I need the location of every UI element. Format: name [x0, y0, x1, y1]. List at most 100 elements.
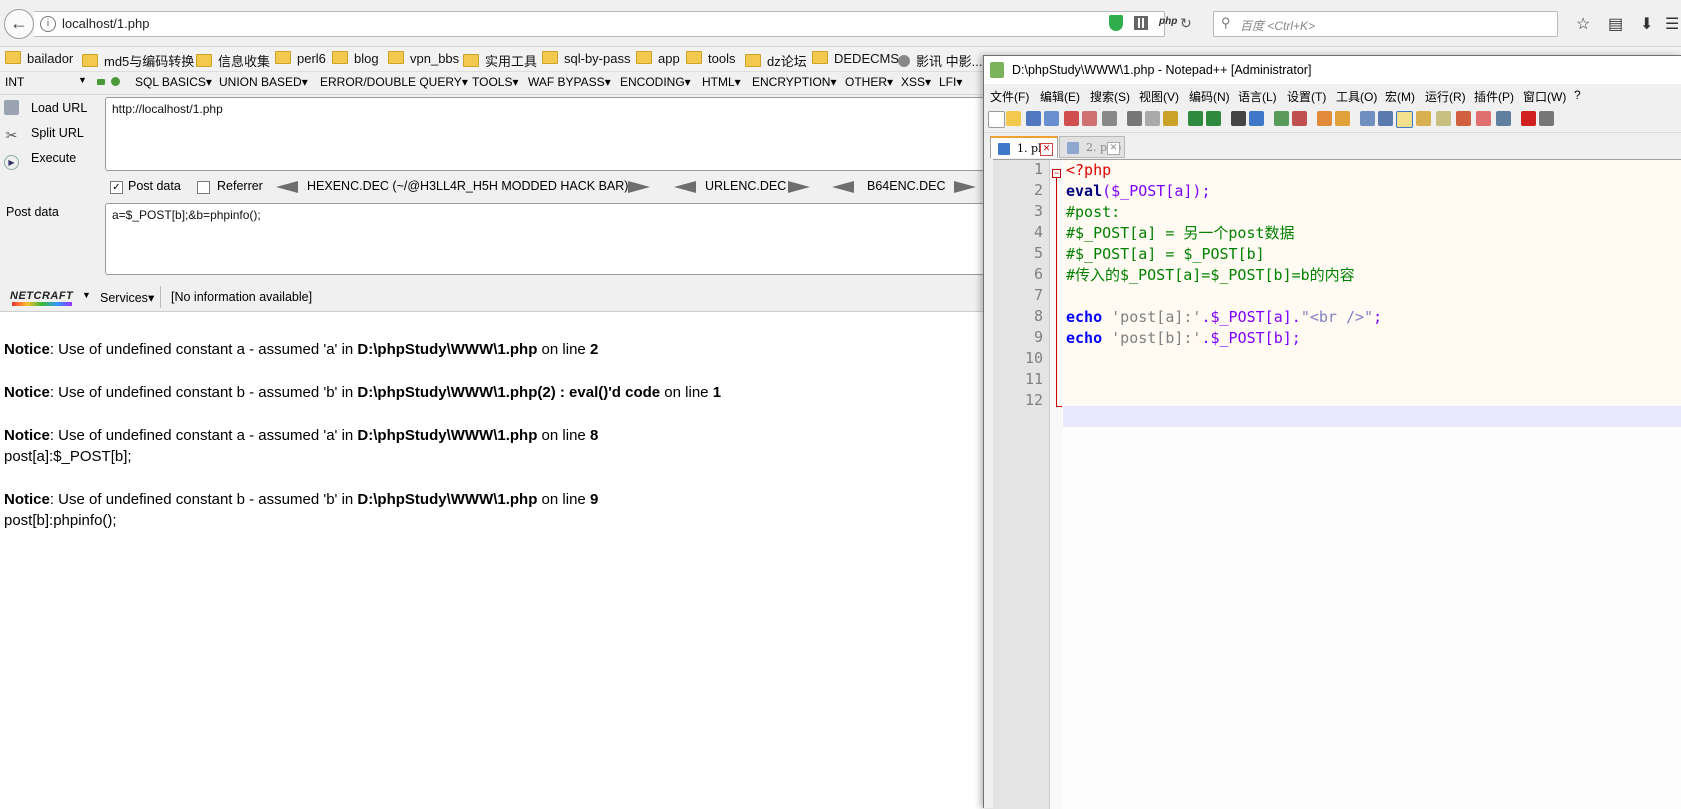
bookmark-folder[interactable]: tools — [686, 51, 735, 66]
menu-view[interactable]: 视图(V) — [1139, 88, 1179, 105]
decrement-icon[interactable] — [97, 79, 105, 85]
chevron-down-icon[interactable]: ▼ — [78, 75, 87, 85]
print-icon[interactable] — [1102, 111, 1117, 126]
bookmark-folder[interactable]: md5与编码转换 — [82, 51, 194, 70]
menu-macro[interactable]: 宏(M) — [1385, 88, 1415, 105]
services-menu[interactable]: Services▾ — [100, 290, 154, 305]
menu-encoding[interactable]: ENCODING▾ — [620, 75, 691, 89]
menu-tools[interactable]: 工具(O) — [1336, 88, 1377, 105]
bookmark-folder[interactable]: vpn_bbs — [388, 51, 459, 66]
folder-as-workspace-icon[interactable] — [1476, 111, 1491, 126]
type-select[interactable]: INT — [5, 75, 24, 89]
shield-icon[interactable] — [1109, 15, 1123, 31]
qr-code-icon[interactable] — [1134, 16, 1148, 30]
reading-list-icon[interactable]: ▤ — [1608, 14, 1623, 34]
menu-waf-bypass[interactable]: WAF BYPASS▾ — [528, 75, 611, 89]
bookmark-folder[interactable]: 实用工具 — [463, 51, 537, 70]
redo-icon[interactable] — [1206, 111, 1221, 126]
save-icon[interactable] — [1026, 111, 1041, 126]
post-data-checkbox[interactable]: ✓ — [110, 181, 123, 194]
menu-search[interactable]: 搜索(S) — [1090, 88, 1130, 105]
bookmark-folder[interactable]: sql-by-pass — [542, 51, 630, 66]
replace-icon[interactable] — [1249, 111, 1264, 126]
bookmark-folder[interactable]: dz论坛 — [745, 51, 807, 70]
copy-icon[interactable] — [1145, 111, 1160, 126]
undo-icon[interactable] — [1188, 111, 1203, 126]
menu-window[interactable]: 窗口(W) — [1523, 88, 1566, 105]
search-box[interactable]: ⚲ 百度 <Ctrl+K> — [1213, 11, 1558, 37]
menu-sql-basics[interactable]: SQL BASICS▾ — [135, 75, 212, 89]
referrer-checkbox[interactable] — [197, 181, 210, 194]
bookmark-folder[interactable]: app — [636, 51, 680, 66]
b64enc-encode-arrow-icon[interactable] — [832, 181, 854, 193]
bookmark-folder[interactable]: 信息收集 — [196, 51, 270, 70]
code-editor[interactable]: 1 2 3 4 5 6 7 8 9 10 11 12 − <?php eval(… — [993, 159, 1681, 809]
menu-plugins[interactable]: 插件(P) — [1474, 88, 1514, 105]
fold-toggle-icon[interactable]: − — [1052, 169, 1061, 178]
close-all-icon[interactable] — [1082, 111, 1097, 126]
netcraft-logo[interactable]: NETCRAFT — [10, 290, 73, 302]
menu-union-based[interactable]: UNION BASED▾ — [219, 75, 308, 89]
zoom-out-icon[interactable] — [1292, 111, 1307, 126]
bookmark-folder[interactable]: blog — [332, 51, 379, 66]
bookmark-star-icon[interactable]: ☆ — [1576, 14, 1590, 34]
udl-icon[interactable] — [1416, 111, 1431, 126]
function-list-icon[interactable] — [1456, 111, 1471, 126]
word-wrap-icon[interactable] — [1360, 111, 1375, 126]
paste-icon[interactable] — [1163, 111, 1178, 126]
execute-button[interactable]: ▶ Execute — [4, 151, 76, 170]
url-text[interactable]: localhost/1.php — [62, 16, 149, 31]
monitoring-icon[interactable] — [1496, 111, 1511, 126]
menu-settings[interactable]: 设置(T) — [1287, 88, 1326, 105]
load-url-button[interactable]: Load URL — [4, 100, 87, 115]
hexenc-encode-arrow-icon[interactable] — [276, 181, 298, 193]
menu-tools[interactable]: TOOLS▾ — [472, 75, 519, 89]
menu-icon[interactable]: ☰ — [1665, 14, 1679, 34]
info-icon[interactable]: i — [40, 16, 56, 32]
address-bar[interactable]: i localhost/1.php php — [34, 11, 1177, 37]
cut-icon[interactable] — [1127, 111, 1142, 126]
bookmark-folder[interactable]: perl6 — [275, 51, 326, 66]
menu-lfi[interactable]: LFI▾ — [939, 75, 962, 89]
stop-macro-icon[interactable] — [1539, 111, 1554, 126]
menu-other[interactable]: OTHER▾ — [845, 75, 893, 89]
menu-edit[interactable]: 编辑(E) — [1040, 88, 1080, 105]
bookmark-folder[interactable]: DEDECMS — [812, 51, 899, 66]
show-all-chars-icon[interactable] — [1378, 111, 1393, 126]
url-input[interactable]: http://localhost/1.php — [105, 97, 985, 171]
menu-file[interactable]: 文件(F) — [990, 88, 1029, 105]
menu-help[interactable]: ? — [1574, 88, 1581, 102]
bookmark-link[interactable]: 影讯 中影... — [898, 51, 982, 70]
tab-1-php[interactable]: 1. php ✕ — [990, 136, 1058, 158]
menu-encryption[interactable]: ENCRYPTION▾ — [752, 75, 837, 89]
indent-guide-icon[interactable] — [1396, 111, 1413, 128]
urlenc-decode-arrow-icon[interactable] — [788, 181, 810, 193]
bookmark-folder[interactable]: bailador — [5, 51, 73, 66]
chevron-down-icon[interactable]: ▼ — [82, 290, 91, 300]
menu-run[interactable]: 运行(R) — [1425, 88, 1466, 105]
zoom-in-icon[interactable] — [1274, 111, 1289, 126]
b64enc-decode-arrow-icon[interactable] — [954, 181, 976, 193]
save-all-icon[interactable] — [1044, 111, 1059, 126]
download-icon[interactable]: ⬇ — [1640, 14, 1653, 34]
sync-vertical-icon[interactable] — [1317, 111, 1332, 126]
increment-icon[interactable] — [111, 77, 120, 86]
post-data-input[interactable]: a=$_POST[b];&b=phpinfo(); — [105, 203, 985, 275]
new-file-icon[interactable] — [988, 111, 1005, 128]
find-icon[interactable] — [1231, 111, 1246, 126]
record-macro-icon[interactable] — [1521, 111, 1536, 126]
close-tab-icon[interactable]: ✕ — [1107, 142, 1120, 155]
php-badge[interactable]: php — [1159, 16, 1177, 27]
menu-language[interactable]: 语言(L) — [1238, 88, 1277, 105]
open-file-icon[interactable] — [1006, 111, 1021, 126]
reload-icon[interactable]: ↻ — [1180, 15, 1192, 32]
menu-error-double-query[interactable]: ERROR/DOUBLE QUERY▾ — [320, 75, 468, 89]
sync-horizontal-icon[interactable] — [1335, 111, 1350, 126]
window-titlebar[interactable]: D:\phpStudy\WWW\1.php - Notepad++ [Admin… — [984, 56, 1681, 84]
menu-encoding[interactable]: 编码(N) — [1189, 88, 1230, 105]
tab-2-php[interactable]: 2. php ✕ — [1059, 136, 1125, 158]
split-url-button[interactable]: ✂ Split URL — [4, 126, 84, 143]
urlenc-encode-arrow-icon[interactable] — [674, 181, 696, 193]
menu-xss[interactable]: XSS▾ — [901, 75, 931, 89]
doc-map-icon[interactable] — [1436, 111, 1451, 126]
